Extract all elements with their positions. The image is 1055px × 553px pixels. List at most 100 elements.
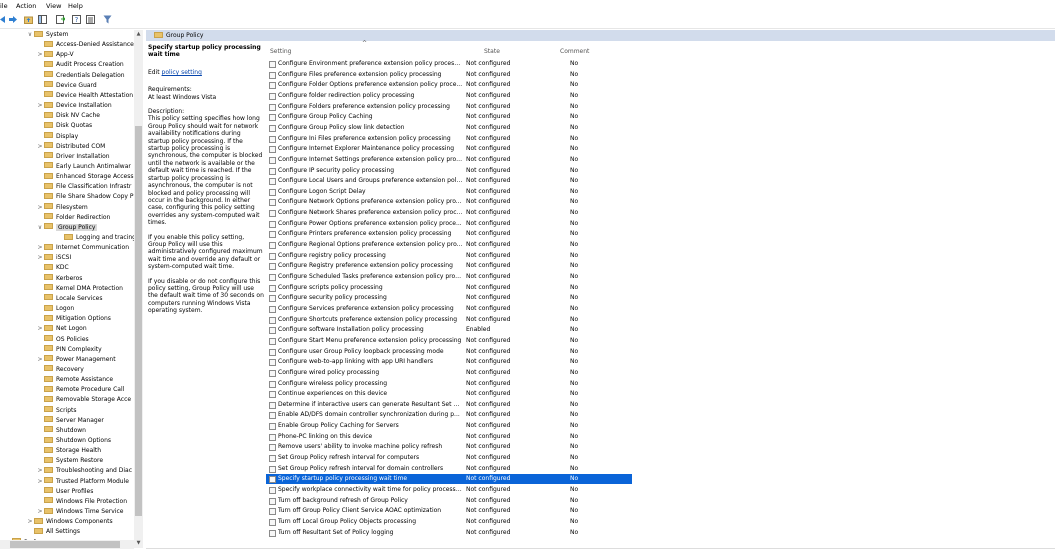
column-header-setting[interactable]: Setting bbox=[270, 48, 291, 55]
table-row[interactable]: Configure Group Policy slow link detecti… bbox=[266, 123, 632, 133]
up-folder-icon[interactable] bbox=[24, 15, 33, 24]
tree-item[interactable]: ∨ Group Policy bbox=[36, 223, 144, 233]
table-row[interactable]: Configure folder redirection policy proc… bbox=[266, 91, 632, 101]
tree-horizontal-scrollbar[interactable] bbox=[0, 540, 134, 549]
chevron-right-icon[interactable]: > bbox=[36, 203, 44, 213]
tree-item[interactable]: Kerberos bbox=[36, 274, 144, 284]
table-row[interactable]: Configure security policy processing Not … bbox=[266, 293, 632, 303]
tree-item[interactable]: Access-Denied Assistance bbox=[36, 40, 144, 50]
chevron-right-icon[interactable]: > bbox=[36, 324, 44, 334]
tree-item[interactable]: Remote Assistance bbox=[36, 375, 144, 385]
tree-item[interactable]: PIN Complexity bbox=[36, 345, 144, 355]
tree-item[interactable]: Device Health Attestation bbox=[36, 91, 144, 101]
tree-item[interactable]: > Windows Time Service bbox=[36, 507, 144, 517]
chevron-right-icon[interactable]: > bbox=[36, 142, 44, 152]
tree-vertical-scrollbar[interactable]: ▲ ▼ bbox=[134, 30, 143, 548]
table-row[interactable]: Set Group Policy refresh interval for co… bbox=[266, 453, 632, 463]
tree-item[interactable]: Shutdown bbox=[36, 426, 144, 436]
table-row[interactable]: Configure scripts policy processing Not c… bbox=[266, 283, 632, 293]
table-row[interactable]: Phone-PC linking on this device Not confi… bbox=[266, 432, 632, 442]
tree-item[interactable]: File Classification Infrastr bbox=[36, 182, 144, 192]
tree-item[interactable]: > Windows Components bbox=[26, 517, 144, 527]
table-row[interactable]: Set Group Policy refresh interval for do… bbox=[266, 464, 632, 474]
table-row[interactable]: Enable Group Policy Caching for Servers N… bbox=[266, 421, 632, 431]
table-row[interactable]: Configure Services preference extension … bbox=[266, 304, 632, 314]
chevron-down-icon[interactable]: ∨ bbox=[26, 30, 34, 40]
table-row[interactable]: Continue experiences on this device Not c… bbox=[266, 389, 632, 399]
tree-item[interactable]: KDC bbox=[36, 263, 144, 273]
menu-help[interactable]: Help bbox=[68, 2, 83, 10]
table-row[interactable]: Turn off background refresh of Group Pol… bbox=[266, 496, 632, 506]
filter-icon[interactable] bbox=[103, 15, 112, 24]
table-row[interactable]: Configure Group Policy Caching Not config… bbox=[266, 112, 632, 122]
edit-policy-link[interactable]: policy setting bbox=[162, 69, 202, 76]
tree-item[interactable]: Recovery bbox=[36, 365, 144, 375]
chevron-right-icon[interactable]: > bbox=[36, 50, 44, 60]
tree-item[interactable]: OS Policies bbox=[36, 335, 144, 345]
properties-icon[interactable] bbox=[86, 15, 95, 24]
table-row[interactable]: Configure Internet Explorer Maintenance … bbox=[266, 144, 632, 154]
scroll-thumb[interactable] bbox=[135, 126, 142, 516]
table-row[interactable]: Turn off Resultant Set of Policy logging… bbox=[266, 528, 632, 538]
table-row[interactable]: Configure Folder Options preference exte… bbox=[266, 80, 632, 90]
table-row[interactable]: Configure Folders preference extension p… bbox=[266, 102, 632, 112]
chevron-right-icon[interactable]: > bbox=[36, 253, 44, 263]
chevron-down-icon[interactable]: ∨ bbox=[36, 223, 44, 233]
tree-item[interactable]: Storage Health bbox=[36, 446, 144, 456]
tree-item[interactable]: Server Manager bbox=[36, 416, 144, 426]
column-header-state[interactable]: State bbox=[484, 48, 500, 55]
tree-item[interactable]: Device Guard bbox=[36, 81, 144, 91]
chevron-right-icon[interactable]: > bbox=[26, 517, 34, 527]
tree-item[interactable]: > Filesystem bbox=[36, 203, 144, 213]
scroll-down-icon[interactable]: ▼ bbox=[134, 539, 143, 548]
back-arrow-icon[interactable] bbox=[0, 15, 6, 24]
tree-item[interactable]: > iSCSI bbox=[36, 253, 144, 263]
chevron-right-icon[interactable]: > bbox=[36, 466, 44, 476]
forward-arrow-icon[interactable] bbox=[8, 15, 17, 24]
table-row[interactable]: Configure user Group Policy loopback pro… bbox=[266, 347, 632, 357]
table-row[interactable]: Configure IP security policy processing N… bbox=[266, 166, 632, 176]
menu-action[interactable]: Action bbox=[16, 2, 36, 10]
table-row[interactable]: Configure software Installation policy p… bbox=[266, 325, 632, 335]
tree-item[interactable]: > Distributed COM bbox=[36, 142, 144, 152]
chevron-right-icon[interactable]: > bbox=[36, 101, 44, 111]
tree-item[interactable]: Locale Services bbox=[36, 294, 144, 304]
tree-item[interactable]: ∨ System bbox=[26, 30, 144, 40]
table-row[interactable]: Configure Printers preference extension … bbox=[266, 229, 632, 239]
table-row[interactable]: Configure wireless policy processing Not … bbox=[266, 379, 632, 389]
tree-item[interactable]: Windows File Protection bbox=[36, 497, 144, 507]
chevron-right-icon[interactable]: > bbox=[36, 477, 44, 487]
tree-item[interactable]: Logging and tracing bbox=[56, 233, 144, 243]
tree-item[interactable]: Driver Installation bbox=[36, 152, 144, 162]
chevron-right-icon[interactable]: > bbox=[36, 355, 44, 365]
table-row[interactable]: Turn off Local Group Policy Objects proc… bbox=[266, 517, 632, 527]
chevron-right-icon[interactable]: > bbox=[36, 243, 44, 253]
tree-item[interactable]: Folder Redirection bbox=[36, 213, 144, 223]
tree-item[interactable]: Disk NV Cache bbox=[36, 111, 144, 121]
tree-item[interactable]: Scripts bbox=[36, 406, 144, 416]
tree-item[interactable]: Kernel DMA Protection bbox=[36, 284, 144, 294]
tree-item[interactable]: > Trusted Platform Module bbox=[36, 477, 144, 487]
table-row[interactable]: Turn off Group Policy Client Service AOA… bbox=[266, 506, 632, 516]
table-row[interactable]: Configure Environment preference extensi… bbox=[266, 59, 632, 69]
table-row[interactable]: Specify workplace connectivity wait time… bbox=[266, 485, 632, 495]
tree-item[interactable]: Mitigation Options bbox=[36, 314, 144, 324]
tree-item[interactable]: > App-V bbox=[36, 50, 144, 60]
table-row[interactable]: Configure Scheduled Tasks preference ext… bbox=[266, 272, 632, 282]
table-row[interactable]: Configure Regional Options preference ex… bbox=[266, 240, 632, 250]
table-row[interactable]: Configure web-to-app linking with app UR… bbox=[266, 357, 632, 367]
table-row[interactable]: Configure Network Options preference ext… bbox=[266, 197, 632, 207]
column-header-comment[interactable]: Comment bbox=[560, 48, 589, 55]
tree-item[interactable]: File Share Shadow Copy P bbox=[36, 192, 144, 202]
chevron-right-icon[interactable]: > bbox=[36, 507, 44, 517]
table-row[interactable]: Configure Start Menu preference extensio… bbox=[266, 336, 632, 346]
tree-item[interactable]: > Troubleshooting and Diac bbox=[36, 466, 144, 476]
table-row[interactable]: Specify startup policy processing wait t… bbox=[266, 474, 632, 485]
scroll-up-icon[interactable]: ▲ bbox=[134, 30, 143, 39]
tree-item[interactable]: > Net Logon bbox=[36, 324, 144, 334]
table-row[interactable]: Configure Registry preference extension … bbox=[266, 261, 632, 271]
table-row[interactable]: Configure Logon Script Delay Not configur… bbox=[266, 187, 632, 197]
table-row[interactable]: Enable AD/DFS domain controller synchron… bbox=[266, 410, 632, 420]
tree-item[interactable]: > Power Management bbox=[36, 355, 144, 365]
tree-item[interactable]: User Profiles bbox=[36, 487, 144, 497]
